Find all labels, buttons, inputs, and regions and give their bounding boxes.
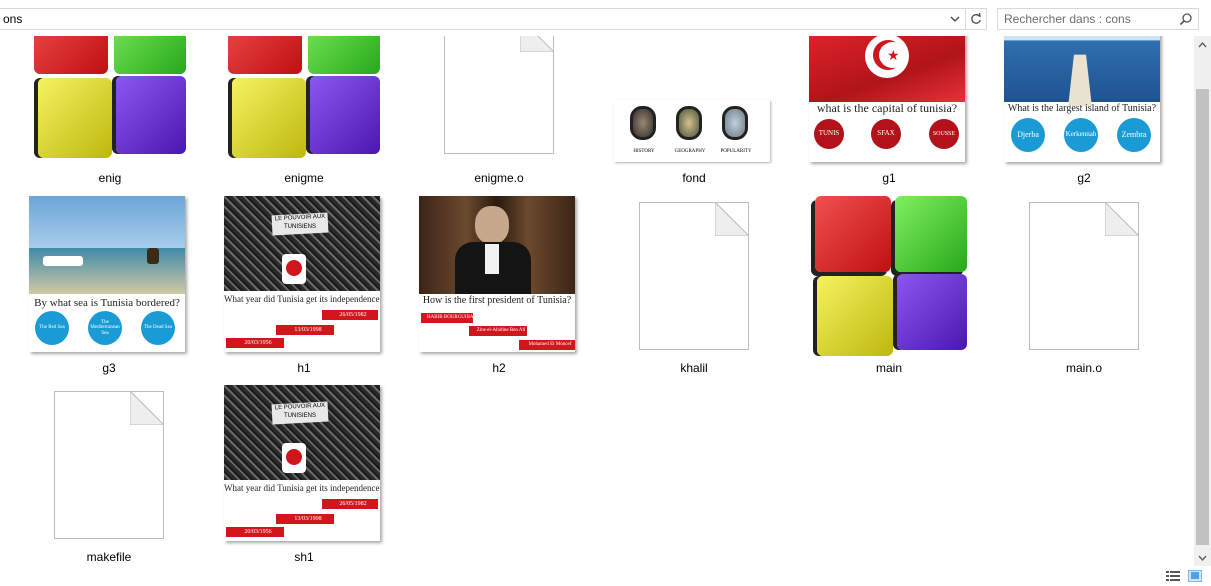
answer-ribbon: HABIB BOURGUIBA <box>421 313 473 323</box>
blank-file-icon <box>1029 202 1139 350</box>
image-thumbnail: HISTORY GEOGRAPHY POPULARITY <box>614 100 770 162</box>
image-thumbnail: How is the first president of Tunisia? H… <box>419 196 575 352</box>
file-name: h1 <box>297 361 311 375</box>
scroll-thumb[interactable] <box>1196 89 1209 545</box>
answer-circle: The Red Sea <box>35 311 69 345</box>
thumb-question: What year did Tunisia get its independen… <box>224 294 380 304</box>
search-input[interactable] <box>1004 12 1174 26</box>
blank-file-icon <box>639 202 749 350</box>
file-item-g2[interactable]: What is the largest island of Tunisia? D… <box>1004 36 1164 190</box>
blank-file-icon <box>444 36 554 154</box>
answer-circle: SFAX <box>871 119 901 149</box>
file-name: makefile <box>86 550 132 564</box>
file-item-h2[interactable]: How is the first president of Tunisia? H… <box>419 196 579 376</box>
answer-ribbon: Mohamed El Moncef <box>519 340 575 350</box>
file-item-main-o[interactable]: main.o <box>1004 196 1164 376</box>
cube-icon <box>228 36 384 162</box>
thumb-question: What is the largest island of Tunisia? <box>1007 103 1157 114</box>
image-thumbnail: LE POUVOIR AUX TUNISIENS What year did T… <box>224 196 380 352</box>
file-item-enig[interactable]: enig <box>30 36 190 190</box>
refresh-icon <box>971 13 981 24</box>
answer-ribbon: 20/03/1956 <box>226 527 284 537</box>
status-bar <box>0 566 1211 586</box>
scroll-up-arrow-icon[interactable] <box>1194 36 1211 53</box>
file-item-enigme-o[interactable]: enigme.o <box>419 36 579 190</box>
file-name: h2 <box>492 361 506 375</box>
refresh-button[interactable] <box>966 8 987 30</box>
answer-ribbon: Zine el-Abidine Ben Ali <box>469 326 527 336</box>
file-name: khalil <box>680 361 708 375</box>
file-item-khalil[interactable]: khalil <box>614 196 774 376</box>
file-name: main.o <box>1065 361 1103 375</box>
file-item-h1[interactable]: LE POUVOIR AUX TUNISIENS What year did T… <box>224 196 384 376</box>
image-thumbnail: ★ what is the capital of tunisia? TUNIS … <box>809 36 965 162</box>
chevron-down-icon[interactable] <box>947 10 963 28</box>
file-name: enig <box>98 171 122 185</box>
search-icon[interactable] <box>1179 12 1193 26</box>
answer-ribbon: 26/05/1982 <box>322 499 378 509</box>
image-thumbnail: What is the largest island of Tunisia? D… <box>1004 36 1160 162</box>
thumb-question: By what sea is Tunisia bordered? <box>34 297 180 309</box>
answer-ribbon: 13/03/1998 <box>276 325 334 335</box>
file-item-fond[interactable]: HISTORY GEOGRAPHY POPULARITY fond <box>614 36 774 190</box>
vertical-scrollbar[interactable] <box>1194 36 1211 566</box>
thumb-label: HISTORY <box>633 149 655 154</box>
answer-ribbon: 20/03/1956 <box>226 338 284 348</box>
banner-text: TUNISIENS <box>283 224 316 230</box>
address-bar[interactable]: ons <box>0 8 966 30</box>
file-item-main[interactable]: main <box>809 196 969 376</box>
address-toolbar: ons <box>0 0 1211 36</box>
large-icons-view-icon[interactable] <box>1188 570 1202 582</box>
file-item-g3[interactable]: By what sea is Tunisia bordered? The Red… <box>29 196 189 376</box>
answer-circle: Kerkennah <box>1064 118 1098 152</box>
address-path: ons <box>3 12 23 26</box>
answer-circle: Zembra <box>1117 118 1151 152</box>
banner-text: TUNISIENS <box>283 413 316 419</box>
scroll-down-arrow-icon[interactable] <box>1194 549 1211 566</box>
file-name: g2 <box>1077 171 1091 185</box>
blank-file-icon <box>54 391 164 539</box>
file-name: sh1 <box>294 550 314 564</box>
answer-circle: TUNIS <box>814 119 844 149</box>
file-name: enigme <box>284 171 324 185</box>
file-name: enigme.o <box>474 171 524 185</box>
thumb-label: POPULARITY <box>720 149 752 154</box>
answer-circle: SOUSSE <box>929 119 959 149</box>
image-thumbnail: By what sea is Tunisia bordered? The Red… <box>29 196 185 352</box>
file-name: g3 <box>102 361 116 375</box>
file-name: main <box>875 361 902 375</box>
thumb-question: How is the first president of Tunisia? <box>422 295 572 306</box>
cube-icon <box>34 36 190 162</box>
file-list: enig enigme enigme.o HISTORY GEOGRAPHY P… <box>0 36 1194 566</box>
file-item-makefile[interactable]: makefile <box>29 385 189 565</box>
file-name: fond <box>682 171 706 185</box>
answer-circle: Djerba <box>1011 118 1045 152</box>
thumb-question: What year did Tunisia get its independen… <box>224 483 380 493</box>
answer-ribbon: 13/03/1998 <box>276 514 334 524</box>
answer-ribbon: 26/05/1982 <box>322 310 378 320</box>
search-box[interactable] <box>997 8 1199 30</box>
cube-icon <box>809 196 969 356</box>
file-item-sh1[interactable]: LE POUVOIR AUX TUNISIENS What year did T… <box>224 385 384 565</box>
answer-circle: The Dead Sea <box>141 311 175 345</box>
thumb-question: what is the capital of tunisia? <box>816 101 958 115</box>
file-name: g1 <box>882 171 896 185</box>
answer-circle: The Mediterranean Sea <box>88 311 122 345</box>
file-item-enigme[interactable]: enigme <box>224 36 384 190</box>
thumb-label: GEOGRAPHY <box>674 149 706 154</box>
image-thumbnail: LE POUVOIR AUX TUNISIENS What year did T… <box>224 385 380 541</box>
details-view-icon[interactable] <box>1166 570 1180 582</box>
file-item-g1[interactable]: ★ what is the capital of tunisia? TUNIS … <box>809 36 969 190</box>
